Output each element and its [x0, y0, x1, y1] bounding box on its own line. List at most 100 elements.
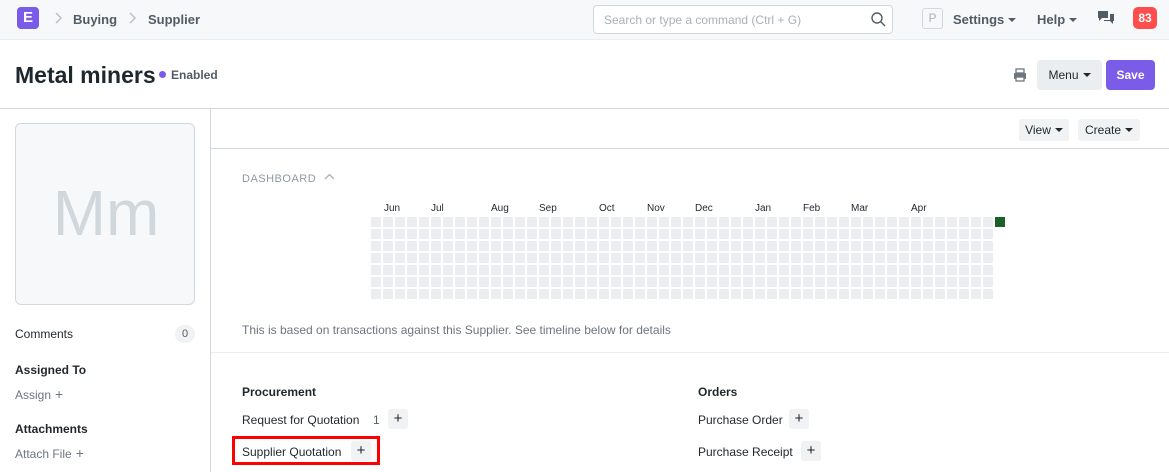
highlight-box	[232, 436, 380, 465]
heatmap-cell	[983, 265, 993, 275]
save-button[interactable]: Save	[1106, 60, 1155, 90]
heatmap-cell	[551, 289, 561, 299]
heatmap-cell	[947, 241, 957, 251]
assign-link[interactable]: Assign +	[15, 386, 63, 402]
add-purchase-order-button[interactable]: +	[789, 409, 809, 429]
heatmap-cell	[455, 229, 465, 239]
heatmap-cell	[623, 289, 633, 299]
heatmap-cell	[851, 289, 861, 299]
app-logo[interactable]: E	[17, 7, 39, 29]
chevron-up-icon[interactable]	[324, 172, 335, 182]
heatmap-cell	[551, 229, 561, 239]
heatmap-cell	[683, 253, 693, 263]
heatmap-cell	[839, 241, 849, 251]
heatmap-cell	[431, 217, 441, 227]
attach-file-label: Attach File	[15, 447, 72, 461]
heatmap-cell	[419, 217, 429, 227]
heatmap-cell	[863, 289, 873, 299]
heatmap-cell	[443, 277, 453, 287]
heatmap-cell	[671, 241, 681, 251]
heatmap-cell	[971, 217, 981, 227]
request-for-quotation-link[interactable]: Request for Quotation	[242, 413, 359, 427]
heatmap-cell	[647, 277, 657, 287]
breadcrumb-buying[interactable]: Buying	[73, 12, 117, 27]
heatmap-cell	[539, 289, 549, 299]
heatmap-cell	[419, 253, 429, 263]
heatmap-cell	[371, 253, 381, 263]
heatmap-cell	[563, 265, 573, 275]
heatmap-cell	[755, 289, 765, 299]
notifications-badge[interactable]: 83	[1133, 7, 1157, 29]
add-purchase-receipt-button[interactable]: +	[801, 441, 821, 461]
heatmap-cell	[407, 253, 417, 263]
heatmap-cell	[827, 265, 837, 275]
heatmap-cell	[731, 289, 741, 299]
heatmap-cell	[803, 217, 813, 227]
heatmap-cell	[407, 265, 417, 275]
heatmap-cell	[935, 217, 945, 227]
heatmap-cell	[383, 265, 393, 275]
heatmap-cell	[371, 289, 381, 299]
add-request-for-quotation-button[interactable]: +	[388, 409, 408, 429]
heatmap-cell	[515, 289, 525, 299]
heatmap-cell	[743, 277, 753, 287]
heatmap-cell	[923, 265, 933, 275]
heatmap-cell	[467, 241, 477, 251]
heatmap-cell	[647, 241, 657, 251]
heatmap-cell	[743, 229, 753, 239]
heatmap-cell	[959, 241, 969, 251]
heatmap-cell	[911, 289, 921, 299]
heatmap-cell	[443, 265, 453, 275]
heatmap-cell	[911, 241, 921, 251]
user-avatar[interactable]: P	[922, 8, 943, 29]
settings-dropdown[interactable]: Settings	[953, 12, 1017, 27]
purchase-order-link[interactable]: Purchase Order	[698, 413, 783, 427]
chat-icon[interactable]	[1097, 10, 1115, 26]
heatmap-cell	[683, 265, 693, 275]
breadcrumb-supplier[interactable]: Supplier	[148, 12, 200, 27]
attach-file-link[interactable]: Attach File +	[15, 445, 84, 461]
heatmap-cell	[671, 217, 681, 227]
help-label: Help	[1037, 12, 1066, 27]
search-icon[interactable]	[870, 11, 887, 28]
heatmap-cell	[503, 241, 513, 251]
menu-button[interactable]: Menu	[1037, 60, 1102, 90]
dashboard-heading[interactable]: DASHBOARD	[242, 173, 316, 185]
heatmap-cell	[935, 265, 945, 275]
heatmap-cell	[491, 277, 501, 287]
heatmap-cell	[791, 217, 801, 227]
heatmap-cell	[707, 277, 717, 287]
help-dropdown[interactable]: Help	[1037, 12, 1078, 27]
search-input[interactable]	[594, 6, 864, 33]
heatmap-cell	[671, 229, 681, 239]
heatmap-cell	[959, 277, 969, 287]
heatmap-cell	[839, 277, 849, 287]
heatmap-cell	[383, 289, 393, 299]
heatmap-cell	[767, 289, 777, 299]
heatmap-cell	[503, 277, 513, 287]
heatmap-cell	[611, 229, 621, 239]
search-bar[interactable]	[593, 5, 893, 34]
heatmap-cell	[659, 217, 669, 227]
heatmap-cell	[827, 241, 837, 251]
heatmap-cell	[371, 229, 381, 239]
heatmap-cell	[707, 289, 717, 299]
heatmap-cell	[983, 217, 993, 227]
heatmap-cell	[851, 277, 861, 287]
heatmap-cell	[971, 253, 981, 263]
plus-icon: +	[55, 386, 64, 402]
print-icon[interactable]	[1012, 67, 1028, 83]
heatmap-cell	[431, 229, 441, 239]
create-button[interactable]: Create	[1078, 119, 1140, 141]
supplier-image-placeholder[interactable]: Mm	[15, 123, 195, 305]
heatmap-cell	[515, 265, 525, 275]
heatmap-cell	[443, 217, 453, 227]
purchase-receipt-link[interactable]: Purchase Receipt	[698, 445, 793, 459]
heatmap-cell	[947, 289, 957, 299]
heatmap-cell	[599, 265, 609, 275]
view-button[interactable]: View	[1019, 119, 1069, 141]
status-indicator-dot	[159, 71, 166, 78]
heatmap-cell	[875, 229, 885, 239]
heatmap-cell	[539, 241, 549, 251]
heatmap-cell	[383, 229, 393, 239]
